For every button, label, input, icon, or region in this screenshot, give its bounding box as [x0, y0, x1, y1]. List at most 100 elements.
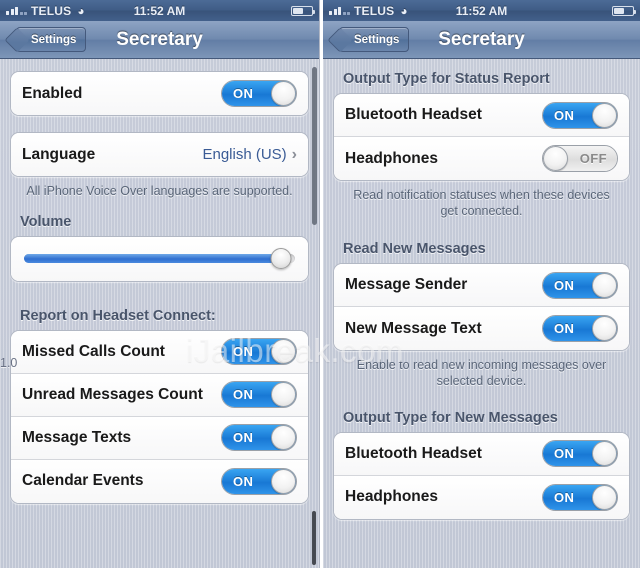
toggle-state-label: ON	[233, 387, 254, 403]
back-button-label: Settings	[31, 33, 77, 46]
toggle-calendar-events[interactable]: ON	[221, 467, 297, 495]
toggle-message-sender[interactable]: ON	[542, 271, 618, 299]
toggle-state-label: ON	[233, 86, 254, 101]
group-volume	[10, 235, 309, 282]
wifi-icon: ◕	[77, 3, 85, 18]
battery-icon	[291, 5, 315, 16]
status-bar-left: TELUS ◕	[6, 4, 85, 18]
toggle-knob	[271, 81, 296, 106]
status-bar-right	[291, 5, 315, 16]
toggle-missed-calls-count[interactable]: ON	[221, 338, 297, 366]
footer-language: All iPhone Voice Over languages are supp…	[26, 184, 293, 198]
toggle-state-label: ON	[233, 473, 254, 489]
navigation-bar: Settings Secretary	[0, 21, 319, 59]
row-headphones[interactable]: Headphones OFF	[334, 137, 629, 180]
vertical-scrollbar-lower[interactable]	[312, 511, 316, 565]
row-label: Calendar Events	[22, 472, 144, 490]
slider-knob[interactable]	[270, 248, 292, 270]
toggle-state-label: ON	[554, 277, 575, 293]
row-unread-messages-count[interactable]: Unread Messages Count ON	[11, 373, 308, 417]
toggle-headphones-status[interactable]: OFF	[542, 145, 618, 172]
group-enabled: Enabled ON	[10, 71, 309, 116]
group-language: Language English (US) ›	[10, 132, 309, 177]
row-label: Message Texts	[22, 428, 132, 446]
toggle-state-label: ON	[233, 344, 254, 360]
toggle-bluetooth-headset-status[interactable]: ON	[542, 101, 618, 129]
toggle-bluetooth-headset-new[interactable]: ON	[542, 440, 618, 467]
back-button-settings[interactable]: Settings	[16, 27, 87, 52]
volume-value-label: 1.0	[0, 356, 18, 370]
language-value: English (US)	[202, 146, 287, 163]
carrier-label: TELUS	[354, 3, 395, 18]
row-bluetooth-headset-new[interactable]: Bluetooth Headset ON	[334, 432, 629, 476]
group-read-new-messages: Message Sender ON New Message Text ON	[333, 263, 630, 352]
row-bluetooth-headset[interactable]: Bluetooth Headset ON	[334, 94, 629, 137]
toggle-new-message-text[interactable]: ON	[542, 315, 618, 343]
row-message-sender[interactable]: Message Sender ON	[334, 264, 629, 308]
row-label: Bluetooth Headset	[345, 444, 482, 462]
row-label: Headphones	[345, 488, 439, 505]
toggle-state-label: ON	[554, 489, 575, 505]
left-phone-screen: TELUS ◕ 11:52 AM Settings Secretary Enab…	[0, 0, 320, 568]
header-output-type-for-new-messages: Output Type for New Messages	[343, 409, 558, 426]
signal-strength-icon	[6, 6, 27, 15]
back-button-label: Settings	[354, 33, 400, 46]
toggle-knob	[592, 272, 617, 298]
volume-slider[interactable]	[24, 248, 295, 270]
toggle-message-texts[interactable]: ON	[221, 424, 297, 452]
status-bar-right	[612, 5, 636, 16]
toggle-knob	[271, 468, 296, 494]
chevron-right-icon: ›	[291, 145, 297, 163]
row-label: Message Sender	[345, 276, 468, 294]
row-language[interactable]: Language English (US) ›	[11, 133, 308, 176]
row-headphones-new[interactable]: Headphones ON	[334, 475, 629, 519]
row-new-message-text[interactable]: New Message Text ON	[334, 307, 629, 351]
group-output-type-for-new-messages: Bluetooth Headset ON Headphones ON	[333, 431, 630, 520]
row-calendar-events[interactable]: Calendar Events ON	[11, 459, 308, 503]
toggle-knob	[592, 441, 617, 466]
row-label: Missed Calls Count	[22, 342, 165, 360]
status-bar-left: TELUS ◕	[329, 4, 408, 18]
toggle-knob	[271, 339, 296, 365]
row-label: Bluetooth Headset	[345, 106, 482, 123]
row-enabled[interactable]: Enabled ON	[11, 72, 308, 115]
row-missed-calls-count[interactable]: Missed Calls Count ON	[11, 330, 308, 374]
signal-strength-icon	[329, 6, 350, 15]
toggle-state-label: ON	[554, 321, 575, 337]
footer-output-type-for-status-report: Read notification statuses when these de…	[353, 188, 610, 218]
footer-read-new-messages: Enable to read new incoming messages ove…	[356, 358, 607, 388]
toggle-state-label: OFF	[579, 151, 607, 166]
vertical-scrollbar[interactable]	[312, 67, 317, 225]
toggle-knob	[592, 484, 617, 510]
row-label: Headphones	[345, 149, 439, 167]
toggle-enabled[interactable]: ON	[221, 80, 297, 107]
group-output-type-for-status-report: Bluetooth Headset ON Headphones OFF	[333, 93, 630, 181]
row-label: Language	[22, 145, 96, 163]
navigation-bar: Settings Secretary	[323, 21, 640, 59]
row-label: New Message Text	[345, 319, 482, 337]
toggle-state-label: ON	[554, 107, 575, 123]
row-message-texts[interactable]: Message Texts ON	[11, 416, 308, 460]
right-phone-screen: TELUS ◕ 11:52 AM Settings Secretary Outp…	[320, 0, 640, 568]
header-read-new-messages: Read New Messages	[343, 241, 486, 258]
wifi-icon: ◕	[400, 3, 408, 18]
toggle-headphones-new[interactable]: ON	[542, 483, 618, 511]
toggle-state-label: ON	[554, 446, 575, 461]
group-report-on-headset-connect: Missed Calls Count ON Unread Messages Co…	[10, 329, 309, 504]
toggle-knob	[592, 102, 617, 128]
row-volume-slider[interactable]	[11, 236, 308, 281]
right-settings-list: Output Type for Status Report Bluetooth …	[323, 59, 640, 568]
back-button-settings[interactable]: Settings	[339, 27, 410, 52]
left-settings-list: Enabled ON Language English (US) › All i…	[0, 59, 319, 568]
toggle-knob	[543, 146, 568, 171]
header-output-type-for-status-report: Output Type for Status Report	[343, 71, 550, 87]
toggle-knob	[271, 425, 296, 451]
toggle-knob	[271, 382, 296, 408]
header-report-on-headset-connect: Report on Headset Connect:	[20, 307, 216, 324]
status-bar: TELUS ◕ 11:52 AM	[0, 0, 319, 21]
carrier-label: TELUS	[31, 3, 72, 18]
status-bar: TELUS ◕ 11:52 AM	[323, 0, 640, 21]
toggle-unread-messages-count[interactable]: ON	[221, 381, 297, 409]
toggle-state-label: ON	[233, 430, 254, 446]
slider-fill	[24, 254, 282, 264]
